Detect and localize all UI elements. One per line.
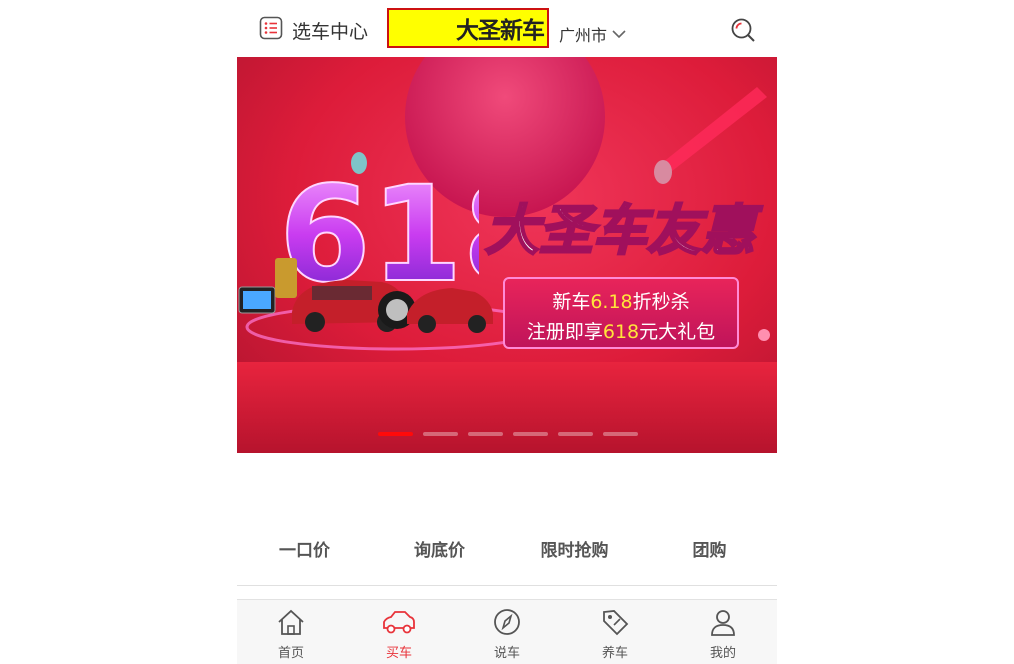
nav-label: 首页 — [277, 646, 304, 661]
user-icon — [708, 608, 738, 640]
tag-icon — [600, 608, 630, 640]
tab-flash-sale[interactable]: 限时抢购 — [507, 530, 642, 572]
select-center-button[interactable]: 选车中心 — [259, 16, 368, 44]
bottom-nav: 首页 买车 说车 养车 我的 — [237, 599, 777, 664]
nav-label: 养车 — [601, 646, 628, 661]
category-tabs: 一口价 询底价 限时抢购 团购 — [237, 530, 777, 572]
chevron-down-icon — [607, 25, 627, 44]
divider — [237, 585, 777, 586]
nav-item-mine[interactable]: 我的 — [669, 600, 777, 664]
search-icon[interactable] — [729, 16, 757, 44]
compass-icon — [492, 608, 522, 640]
nav-item-buy-car[interactable]: 买车 — [345, 600, 453, 664]
carousel-dot[interactable] — [513, 432, 548, 436]
nav-label: 买车 — [385, 646, 412, 661]
carousel-indicators — [378, 432, 638, 436]
brand-logo: 大圣新车 — [387, 8, 549, 48]
promo-line-2: 注册即享618元大礼包 — [526, 321, 716, 343]
tab-inquire-price[interactable]: 询底价 — [372, 530, 507, 572]
promo-panel: 新车6.18折秒杀 注册即享618元大礼包 — [503, 277, 739, 349]
nav-item-car-care[interactable]: 养车 — [561, 600, 669, 664]
nav-label: 我的 — [709, 646, 736, 661]
carousel-dot[interactable] — [423, 432, 458, 436]
banner-headline-graphic: 大圣车友惠 — [484, 198, 764, 264]
city-name: 广州市 — [559, 26, 608, 45]
nav-item-talk-car[interactable]: 说车 — [453, 600, 561, 664]
tab-group-buy[interactable]: 团购 — [642, 530, 777, 572]
nav-item-home[interactable]: 首页 — [237, 600, 345, 664]
car-illustrations — [238, 258, 493, 333]
carousel-dot[interactable] — [378, 432, 413, 436]
top-header: 选车中心 大圣新车 广州市 — [237, 0, 777, 57]
promo-line-1: 新车6.18折秒杀 — [552, 291, 690, 313]
app-screen: 选车中心 大圣新车 广州市 61 大圣车友惠 新车6.18折秒杀 注册即享618… — [237, 0, 777, 664]
brand-name: 大圣新车 — [456, 18, 545, 44]
select-center-label: 选车中心 — [292, 20, 369, 43]
home-icon — [276, 608, 306, 640]
carousel-dot[interactable] — [603, 432, 638, 436]
list-icon — [259, 16, 283, 44]
banner-headline: 大圣车友惠 — [485, 199, 763, 262]
promo-banner[interactable]: 618 大圣车友惠 新车6.18折秒杀 注册即享6 — [237, 57, 777, 453]
tab-fixed-price[interactable]: 一口价 — [237, 530, 372, 572]
carousel-dot[interactable] — [558, 432, 593, 436]
carousel-dot[interactable] — [468, 432, 503, 436]
car-icon — [381, 608, 417, 640]
city-selector[interactable]: 广州市 — [559, 22, 627, 46]
nav-label: 说车 — [493, 646, 520, 661]
